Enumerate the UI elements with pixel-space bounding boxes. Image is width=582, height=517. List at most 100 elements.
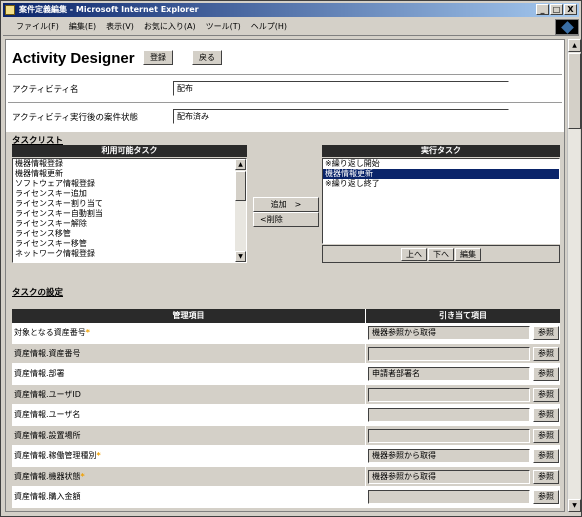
window-title: 案件定義編集 - Microsoft Internet Explorer — [19, 5, 199, 14]
available-tasks-header: 利用可能タスク — [12, 145, 247, 157]
assign-cell: 参照 — [366, 385, 560, 405]
required-mark: * — [85, 328, 90, 337]
available-task-item[interactable]: ライセンスキー追加 — [13, 189, 246, 199]
table-row: 資産情報.購入金額 参照 — [12, 487, 560, 508]
menu-bar: ファイル(F) 編集(E) 表示(V) お気に入り(A) ツール(T) ヘルプ(… — [3, 18, 579, 36]
close-button[interactable]: X — [564, 4, 577, 15]
menu-view[interactable]: 表示(V) — [101, 19, 139, 35]
move-up-button[interactable]: 上へ — [401, 247, 427, 261]
assign-value-field[interactable] — [368, 387, 530, 402]
item-name-cell: 対象となる資産番号* — [12, 323, 366, 343]
windows-logo-icon — [555, 19, 579, 35]
reference-button[interactable]: 参照 — [533, 387, 559, 402]
item-name-cell: 資産情報.ユーザ名 — [12, 405, 366, 425]
available-task-item[interactable]: 機器情報更新 — [13, 169, 246, 179]
browser-window: 案件定義編集 - Microsoft Internet Explorer _ □… — [0, 0, 582, 517]
reference-button[interactable]: 参照 — [533, 469, 559, 484]
edit-task-button[interactable]: 編集 — [455, 247, 481, 261]
assign-value-field[interactable]: 申請者部署名 — [368, 367, 530, 381]
available-task-item[interactable]: ライセンスキー解除 — [13, 219, 246, 229]
table-row: 資産情報.稼働管理種別* 機器参照から取得 参照 — [12, 446, 560, 467]
reference-button[interactable]: 参照 — [533, 428, 559, 443]
assign-cell: 申請者部署名 参照 — [366, 364, 560, 384]
reference-button[interactable]: 参照 — [533, 449, 559, 463]
activity-name-label: アクティビティ名 — [12, 85, 79, 95]
menu-favorites[interactable]: お気に入り(A) — [139, 19, 201, 35]
item-name: 資産情報.ユーザID — [14, 389, 81, 399]
assign-cell: 機器参照から取得 参照 — [366, 467, 560, 487]
tasklist-section: タスクリスト 利用可能タスク 機器情報登録 機器情報更新 ソフトウェア情報登録 ライセ… — [6, 132, 564, 303]
assign-value-field[interactable]: 機器参照から取得 — [368, 469, 530, 484]
exec-task-item[interactable]: 機器情報更新 — [323, 169, 559, 179]
available-task-item[interactable]: 機器情報登録 — [13, 159, 246, 169]
item-name-cell: 資産情報.機器状態* — [12, 466, 366, 486]
assign-value-field[interactable] — [368, 346, 530, 361]
item-name: 対象となる資産番号 — [14, 328, 86, 337]
menu-help[interactable]: ヘルプ(H) — [246, 19, 292, 35]
page-title: Activity Designer — [12, 50, 135, 67]
maximize-button[interactable]: □ — [550, 4, 563, 15]
page-content: Activity Designer 登録 戻る アクティビティ名 配布 アクティ… — [5, 39, 565, 512]
page-scrollbar[interactable]: ▲ ▼ — [567, 39, 581, 512]
move-down-button[interactable]: 下へ — [428, 247, 454, 261]
assign-cell: 参照 — [366, 344, 560, 364]
post-status-input[interactable]: 配布済み — [173, 109, 509, 124]
minimize-button[interactable]: _ — [536, 4, 549, 15]
item-name-cell: 資産情報.設置場所 — [12, 425, 366, 445]
table-row: 資産情報.機器状態* 機器参照から取得 参照 — [12, 466, 560, 487]
scroll-up-icon[interactable]: ▲ — [568, 39, 581, 52]
remove-task-button[interactable]: <削除 — [253, 212, 319, 227]
assign-value-field[interactable]: 機器参照から取得 — [368, 449, 530, 463]
activity-name-input[interactable]: 配布 — [173, 81, 509, 96]
reference-button[interactable]: 参照 — [533, 346, 559, 361]
list-scrollbar[interactable]: ▲ ▼ — [235, 159, 246, 262]
item-name: 資産情報.機器状態 — [14, 471, 81, 481]
post-status-label: アクティビティ実行後の案件状態 — [12, 113, 139, 123]
menu-edit[interactable]: 編集(E) — [64, 19, 101, 35]
reference-button[interactable]: 参照 — [533, 490, 559, 504]
assign-cell: 機器参照から取得 参照 — [366, 446, 560, 466]
table-header: 管理項目 引き当て項目 — [12, 309, 560, 323]
item-name-cell: 資産情報.ユーザID — [12, 384, 366, 404]
assign-cell: 参照 — [366, 426, 560, 446]
task-settings-table: 管理項目 引き当て項目 対象となる資産番号* 機器参照から取得 参照 資産情報.資産番… — [12, 309, 560, 508]
scroll-thumb[interactable] — [568, 53, 581, 129]
assign-value-field[interactable] — [368, 428, 530, 443]
task-settings-title: タスクの設定 — [12, 288, 64, 298]
available-tasks-list[interactable]: 機器情報登録 機器情報更新 ソフトウェア情報登録 ライセンスキー追加 ライセンスキー割り… — [12, 158, 247, 263]
title-bar: 案件定義編集 - Microsoft Internet Explorer _ □… — [3, 3, 579, 17]
exec-task-item[interactable]: ※繰り返し開始 — [323, 159, 559, 169]
available-task-item[interactable]: ライセンス移管 — [13, 229, 246, 239]
add-task-button[interactable]: 追加 > — [253, 197, 319, 212]
item-name-cell: 資産情報.部署 — [12, 364, 366, 384]
scroll-up-icon[interactable]: ▲ — [235, 159, 246, 170]
reference-button[interactable]: 参照 — [533, 408, 559, 422]
scroll-down-icon[interactable]: ▼ — [568, 499, 581, 512]
exec-task-item[interactable]: ※繰り返し終了 — [323, 179, 559, 189]
scroll-thumb[interactable] — [235, 171, 246, 201]
reference-button[interactable]: 参照 — [533, 367, 559, 381]
available-task-item[interactable]: ライセンスキー移管 — [13, 239, 246, 249]
menu-tools[interactable]: ツール(T) — [201, 19, 246, 35]
reference-button[interactable]: 参照 — [533, 326, 559, 340]
back-button[interactable]: 戻る — [192, 50, 222, 65]
item-name: 資産情報.ユーザ名 — [14, 410, 81, 419]
assign-value-field[interactable] — [368, 408, 530, 422]
col-assign-header: 引き当て項目 — [439, 311, 487, 320]
menu-file[interactable]: ファイル(F) — [11, 19, 64, 35]
item-name-cell: 資産情報.購入金額 — [12, 487, 366, 507]
divider — [8, 74, 562, 75]
available-task-item[interactable]: ネットワーク情報登録 — [13, 249, 246, 259]
scroll-down-icon[interactable]: ▼ — [235, 251, 246, 262]
exec-tasks-list[interactable]: ※繰り返し開始 機器情報更新 ※繰り返し終了 — [322, 158, 560, 244]
available-task-item[interactable]: ソフトウェア情報登録 — [13, 179, 246, 189]
register-button[interactable]: 登録 — [143, 50, 173, 65]
assign-cell: 機器参照から取得 参照 — [366, 323, 560, 343]
assign-value-field[interactable]: 機器参照から取得 — [368, 326, 530, 340]
required-mark: * — [96, 451, 101, 460]
available-task-item[interactable]: ライセンスキー自動割当 — [13, 209, 246, 219]
item-name: 資産情報.設置場所 — [14, 430, 81, 440]
assign-cell: 参照 — [366, 405, 560, 425]
available-task-item[interactable]: ライセンスキー割り当て — [13, 199, 246, 209]
assign-value-field[interactable] — [368, 490, 530, 504]
